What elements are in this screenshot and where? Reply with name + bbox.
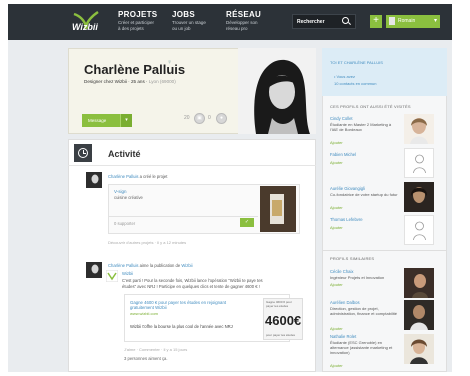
project-subtitle: cuisine créative bbox=[114, 195, 143, 200]
similar-photo-2[interactable] bbox=[404, 300, 434, 330]
shared-link-desc: Wizbii t'offre la bourse la plus cool de… bbox=[130, 324, 233, 329]
ad-top-text: Gagne 4600 € pour payer tes études bbox=[266, 300, 292, 308]
project-title[interactable]: V-sign bbox=[114, 189, 127, 194]
nav-projets-title: PROJETS bbox=[118, 10, 158, 19]
visited-add-1[interactable]: Ajouter bbox=[330, 140, 343, 145]
profile-location: Lyon (69000) bbox=[148, 79, 176, 84]
similar-name-2[interactable]: Aurélien Dalbos bbox=[330, 300, 360, 305]
visited-name-4[interactable]: Thomas Lefebvre bbox=[330, 217, 363, 222]
projects-stat-icon[interactable]: ▣ bbox=[194, 113, 205, 124]
nav-jobs-title: JOBS bbox=[172, 10, 195, 19]
post-text-2: études" avec NRJ ! Participe en quelques… bbox=[122, 284, 260, 289]
feed-line-1: Charlène Palluis a créé le projet bbox=[108, 174, 167, 179]
visited-photo-2[interactable] bbox=[404, 148, 434, 178]
mutual-item-1: • Vous avez bbox=[334, 74, 355, 79]
similar-desc-2: Direction, gestion de projet, administra… bbox=[330, 306, 397, 316]
nav-reseau-sub1: Développer son bbox=[226, 20, 258, 25]
similar-add-2[interactable]: Ajouter bbox=[330, 326, 343, 331]
nav-jobs[interactable]: JOBS Trouver un stage ou un job bbox=[172, 10, 206, 31]
shared-link-title[interactable]: Gagne 4600 € pour payer tes études en re… bbox=[130, 300, 240, 311]
visited-add-2[interactable]: Ajouter bbox=[330, 160, 343, 165]
create-button[interactable]: + bbox=[370, 15, 382, 28]
visited-name-3[interactable]: Aurélie Giovangigli bbox=[330, 186, 365, 191]
similar-desc-3: Étudiante (ESC Grenoble) en alternance (… bbox=[330, 340, 393, 355]
visited-desc-3: Co-fondatrice de votre startup du futur bbox=[330, 192, 398, 197]
profile-photo bbox=[238, 48, 316, 134]
mutual-box: TOI ET CHARLÈNE PALLUIS • Vous avez 10 c… bbox=[322, 48, 447, 96]
mutual-contacts-link[interactable]: 10 contacts en commun bbox=[334, 81, 376, 86]
similar-desc-1: Ingénieur Projets et Innovation bbox=[330, 275, 385, 280]
person-placeholder-icon bbox=[413, 221, 426, 241]
similar-add-1[interactable]: Ajouter bbox=[330, 282, 343, 287]
user-name: Romain bbox=[398, 18, 416, 24]
profile-bio-main: Designer chez Wizbii · 25 ans · bbox=[84, 79, 149, 84]
visited-photo-1[interactable] bbox=[404, 114, 434, 144]
activity-title: Activité bbox=[108, 149, 141, 159]
verified-icon: ♀ bbox=[167, 59, 173, 66]
profile-bio: Designer chez Wizbii · 25 ans · Lyon (69… bbox=[84, 79, 176, 84]
stat-count-2: 0 bbox=[208, 115, 211, 121]
nav-jobs-sub1: Trouver un stage bbox=[172, 20, 206, 25]
visited-photo-4[interactable] bbox=[404, 215, 434, 245]
stat-count-1: 20 bbox=[184, 115, 190, 121]
shared-link-url: www.wizbii.com bbox=[130, 311, 159, 316]
nav-reseau-title: RÉSEAU bbox=[226, 10, 262, 19]
support-button[interactable]: ✓ bbox=[240, 218, 254, 227]
sidebar-divider bbox=[322, 250, 447, 251]
clock-icon bbox=[78, 148, 88, 158]
feed-line-2: Charlène Palluis aime la publication de … bbox=[108, 263, 193, 268]
project-supporters: 0 supporter bbox=[114, 221, 136, 226]
contacts-stat-icon[interactable]: ● bbox=[216, 113, 227, 124]
post-text-1: C'est parti ! Pour la seconde fois, Wizb… bbox=[122, 278, 263, 283]
project-image bbox=[260, 186, 296, 232]
logo-text[interactable]: Wizbii bbox=[72, 22, 98, 32]
user-avatar bbox=[389, 17, 395, 25]
feed-avatar[interactable] bbox=[86, 172, 102, 188]
similar-heading: PROFILS SIMILAIRES bbox=[330, 256, 375, 261]
visited-name-2[interactable]: Fabien Michel bbox=[330, 152, 356, 157]
nav-projets-sub1: Créer et participer bbox=[118, 20, 155, 25]
feed-meta-2[interactable]: J'aime · Commenter · Il y a 15 jours bbox=[124, 347, 187, 352]
wizbii-org-icon[interactable] bbox=[106, 270, 118, 282]
nav-projets-sub2: à des projets bbox=[118, 26, 144, 31]
person-placeholder-icon bbox=[413, 154, 426, 174]
activity-header bbox=[68, 139, 316, 166]
feed-avatar-2[interactable] bbox=[86, 262, 102, 278]
feed-action: a créé le projet bbox=[138, 174, 168, 179]
chevron-down-icon: ▾ bbox=[433, 18, 437, 24]
search-icon[interactable] bbox=[342, 17, 349, 24]
nav-reseau-sub2: réseau pro bbox=[226, 26, 248, 31]
nav-jobs-sub2: ou un job bbox=[172, 26, 191, 31]
feed-target-link[interactable]: Wizbii bbox=[181, 263, 192, 268]
feed-user-link-2[interactable]: Charlène Palluis bbox=[108, 263, 139, 268]
message-dropdown-button[interactable]: ▾ bbox=[120, 114, 132, 127]
visited-heading: CES PROFILS ONT AUSSI ÉTÉ VISITÉS bbox=[330, 104, 411, 109]
post-org-name[interactable]: Wizbii bbox=[122, 271, 133, 276]
ad-price: 4600€ bbox=[265, 313, 302, 328]
visited-desc-1: Étudiante en Master 2 Marketing à l'IAE … bbox=[330, 122, 392, 132]
feed-user-link[interactable]: Charlène Palluis bbox=[108, 174, 139, 179]
nav-reseau[interactable]: RÉSEAU Développer son réseau pro bbox=[226, 10, 261, 31]
visited-add-3[interactable]: Ajouter bbox=[330, 205, 343, 210]
user-menu-button[interactable]: Romain ▾ bbox=[386, 15, 440, 28]
likes-count[interactable]: 3 personnes aiment ça. bbox=[124, 356, 168, 361]
similar-name-1[interactable]: Cécile Chaix bbox=[330, 269, 354, 274]
nav-projets[interactable]: PROJETS Créer et participer à des projet… bbox=[118, 10, 157, 31]
similar-name-3[interactable]: Nathalie Rolet bbox=[330, 334, 356, 339]
mutual-heading: TOI ET CHARLÈNE PALLUIS bbox=[330, 60, 383, 65]
feed-action-2: aime la publication de bbox=[138, 263, 182, 268]
visited-add-4[interactable]: Ajouter bbox=[330, 225, 343, 230]
message-button[interactable]: Message bbox=[82, 114, 120, 127]
app-frame: Wizbii PROJETS Créer et participer à des… bbox=[8, 4, 452, 372]
similar-add-3[interactable]: Ajouter bbox=[330, 363, 343, 368]
similar-photo-3[interactable] bbox=[404, 334, 434, 364]
visited-name-1[interactable]: Cindy Collet bbox=[330, 116, 353, 121]
similar-photo-1[interactable] bbox=[404, 268, 434, 298]
feed-meta-1[interactable]: Découvrir d'autres projets · Il y a 12 m… bbox=[108, 240, 186, 245]
visited-photo-3[interactable] bbox=[404, 182, 434, 212]
ad-bottom-text: pour payer tes études bbox=[266, 333, 296, 337]
